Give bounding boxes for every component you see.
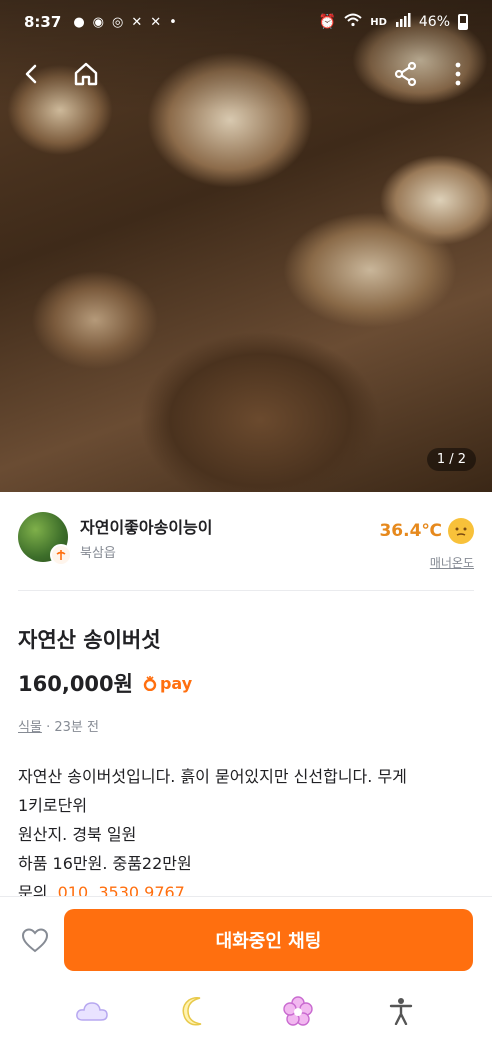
product-price: 160,000원 [18,672,133,696]
status-time: 8:37 [24,13,62,31]
notification-icons: ● ◉ ◎ ✕ ✕ • [73,15,177,30]
more-vertical-icon [455,62,461,86]
flower-icon[interactable] [278,991,318,1031]
seller-location: 북삼읍 [80,546,116,561]
seller-profile[interactable]: 자연이좋아송이능이 북삼읍 36.4℃ 매너온도 [18,510,474,570]
divider [18,590,474,591]
accessibility-icon[interactable] [381,991,421,1031]
share-button[interactable] [388,56,424,92]
signal-icon [395,13,411,31]
notification-icon: ● [73,14,85,30]
heart-icon [21,928,49,953]
hd-label: HD [370,16,387,28]
description-line: 자연산 송이버섯입니다. 흙이 묻어있지만 신선합니다. 무게 [18,767,407,786]
inquiry-label: 문의. [18,883,58,896]
alarm-icon: ⏰ [318,14,337,30]
description-line: 1키로단위 [18,796,88,815]
status-bar: 8:37 ● ◉ ◎ ✕ ✕ • ⏰ HD 46% [0,0,492,44]
chat-button[interactable]: 대화중인 채팅 [64,909,473,971]
like-button[interactable] [20,925,50,955]
system-navigation-bar [0,982,492,1040]
category-link[interactable]: 식물 [18,720,42,735]
chat-notification-icon: ◉ [92,14,104,30]
back-arrow-icon [25,64,37,84]
price-row: 160,000원 pay [18,668,192,698]
battery-icon [458,14,468,30]
home-button[interactable] [68,56,104,92]
carrot-icon [143,676,157,691]
pay-label: pay [159,673,193,693]
manner-temperature-link[interactable]: 매너온도 [430,554,474,571]
pay-badge: pay [143,674,192,693]
product-meta: 식물 · 23분 전 [18,716,99,735]
bottom-action-bar: 대화중인 채팅 [0,896,492,982]
battery-percent: 46% [418,14,450,30]
phone-link[interactable]: 010. 3530 9767 [58,883,185,896]
description-line: 하품 16만원. 중품22만원 [18,854,192,873]
home-icon [74,62,98,86]
share-icon [394,61,417,87]
more-button[interactable] [440,56,476,92]
moon-icon[interactable] [175,991,215,1031]
seller-name[interactable]: 자연이좋아송이능이 [80,514,212,538]
x-icon: ✕ [150,14,162,30]
time-ago: · 23분 전 [46,720,99,735]
cloud-icon[interactable] [72,991,112,1031]
wifi-icon [344,13,362,31]
temperature-value: 36.4℃ [379,521,442,541]
product-photo[interactable]: 8:37 ● ◉ ◎ ✕ ✕ • ⏰ HD 46% 1 / 2 [0,0,492,492]
inquiry-line: 문의. 010. 3530 9767 [18,878,474,896]
image-page-indicator: 1 / 2 [426,448,476,471]
dot-icon: • [169,14,177,30]
back-button[interactable] [14,56,50,92]
product-title: 자연산 송이버섯 [18,628,161,652]
description-line: 원산지. 경북 일원 [18,825,137,844]
manner-temperature: 36.4℃ [379,518,474,544]
seller-badge-icon [50,544,72,566]
instagram-icon: ◎ [112,14,124,30]
product-description: 자연산 송이버섯입니다. 흙이 묻어있지만 신선합니다. 무게 1키로단위 원산… [18,762,474,896]
x-icon: ✕ [131,14,143,30]
temperature-face-icon [448,518,474,544]
